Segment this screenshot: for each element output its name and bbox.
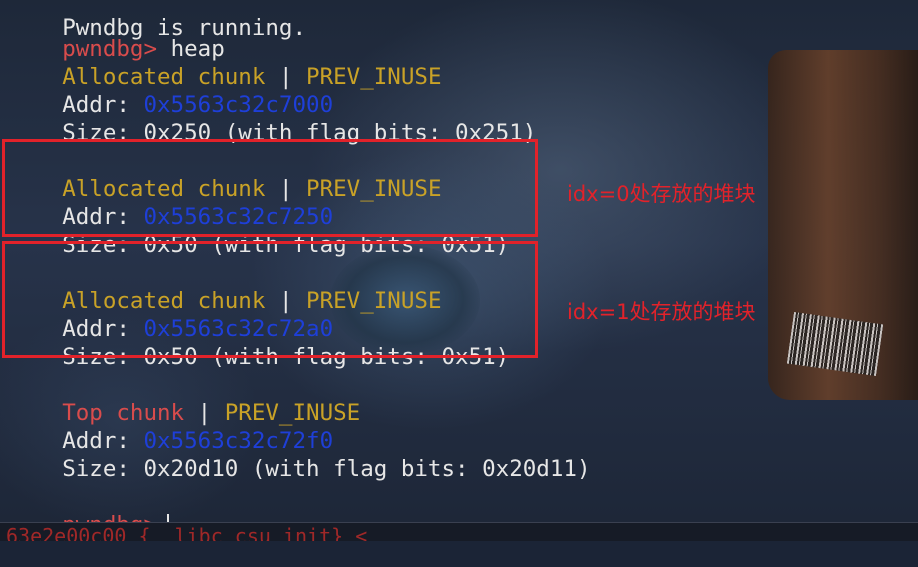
input-line[interactable]: pwndbg> [8, 483, 170, 538]
chunk-0-header: Allocated chunk | PREV_INUSE [62, 64, 442, 90]
command-line: pwndbg> heap [8, 7, 225, 62]
annotation-idx1: idx=1处存放的堆块 [567, 300, 756, 324]
top-chunk-size: Size: 0x20d10 (with flag bits: 0x20d11) [62, 456, 591, 482]
top-chunk-addr: Addr: 0x5563c32c72f0 [62, 428, 334, 454]
bottom-pane: 63e2e00c00 {__libc_csu_init} < [0, 522, 918, 541]
highlight-box-idx1 [2, 241, 538, 358]
chunk-0-addr: Addr: 0x5563c32c7000 [62, 92, 334, 118]
annotation-idx0: idx=0处存放的堆块 [567, 182, 756, 206]
chunk-0-size: Size: 0x250 (with flag bits: 0x251) [62, 120, 537, 146]
top-chunk-header: Top chunk | PREV_INUSE [62, 400, 361, 426]
bottom-pane-text: 63e2e00c00 {__libc_csu_init} < [6, 524, 368, 541]
highlight-box-idx0 [2, 139, 538, 237]
